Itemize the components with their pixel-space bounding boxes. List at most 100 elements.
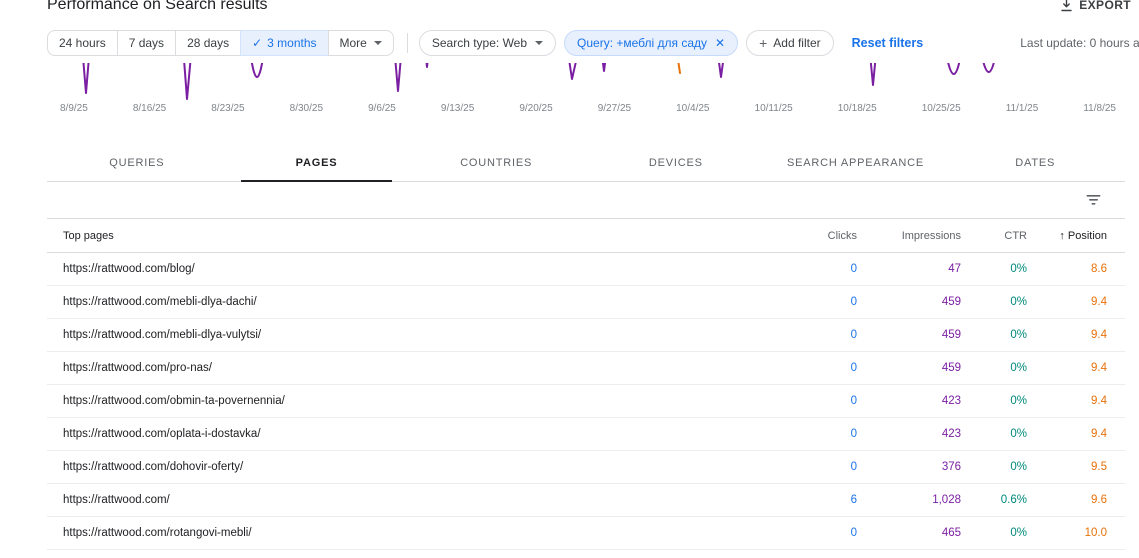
position-value: 10.0 — [1084, 527, 1107, 539]
table-row[interactable]: https://rattwood.com/mebli-dlya-dachi/ 0… — [47, 286, 1125, 319]
add-filter-label: Add filter — [773, 36, 821, 50]
dimension-tabs: QUERIES PAGES COUNTRIES DEVICES SEARCH A… — [47, 144, 1125, 182]
export-button[interactable]: EXPORT — [1054, 0, 1137, 13]
ctr-value: 0% — [1010, 395, 1027, 407]
page-url[interactable]: https://rattwood.com/oplata-i-dostavka/ — [47, 428, 757, 440]
table-row[interactable]: https://rattwood.com/dohovir-oferty/ 0 3… — [47, 451, 1125, 484]
table-row[interactable]: https://rattwood.com/rotangovi-mebli/ 0 … — [47, 517, 1125, 550]
filter-list-icon[interactable] — [1086, 194, 1101, 206]
x-axis-label: 9/20/25 — [519, 103, 553, 114]
table-row[interactable]: https://rattwood.com/ 6 1,028 0.6% 9.6 — [47, 484, 1125, 517]
filter-row: 24 hours 7 days 28 days ✓ 3 months More … — [47, 29, 1139, 57]
reset-filters-link[interactable]: Reset filters — [846, 35, 930, 51]
column-header-clicks[interactable]: Clicks — [757, 230, 857, 242]
search-type-chip[interactable]: Search type: Web — [418, 30, 557, 56]
search-type-label: Search type: Web — [431, 36, 528, 50]
date-range-label: 7 days — [128, 36, 165, 50]
clicks-value: 6 — [850, 494, 857, 506]
sort-ascending-icon: ↑ — [1059, 229, 1065, 242]
query-filter-label: Query: +меблі для саду — [577, 36, 708, 50]
chart-x-axis: 8/9/25 8/16/25 8/23/25 8/30/25 9/6/25 9/… — [60, 103, 1116, 114]
date-range-7-days[interactable]: 7 days — [116, 30, 177, 56]
date-range-selector: 24 hours 7 days 28 days ✓ 3 months More — [47, 30, 394, 56]
impressions-value: 1,028 — [932, 494, 961, 506]
query-filter-chip[interactable]: Query: +меблі для саду ✕ — [564, 30, 739, 56]
tab-devices[interactable]: DEVICES — [586, 144, 766, 181]
page-url[interactable]: https://rattwood.com/obmin-ta-povernenni… — [47, 395, 757, 407]
page-url[interactable]: https://rattwood.com/mebli-dlya-vulytsi/ — [47, 329, 757, 341]
position-value: 9.4 — [1091, 395, 1107, 407]
table-toolbar — [47, 182, 1125, 219]
page-url[interactable]: https://rattwood.com/ — [47, 494, 757, 506]
impressions-line — [82, 63, 995, 100]
ctr-value: 0% — [1010, 461, 1027, 473]
x-axis-label: 8/16/25 — [132, 103, 167, 114]
impressions-value: 459 — [941, 296, 961, 308]
chevron-down-icon — [373, 41, 382, 45]
table-row[interactable]: https://rattwood.com/pro-nas/ 0 459 0% 9… — [47, 352, 1125, 385]
position-value: 9.4 — [1091, 296, 1107, 308]
x-axis-label: 8/30/25 — [289, 103, 324, 114]
x-axis-label: 9/13/25 — [440, 103, 475, 114]
tab-pages[interactable]: PAGES — [227, 144, 407, 182]
clicks-value: 0 — [850, 428, 857, 440]
table-row[interactable]: https://rattwood.com/obmin-ta-povernenni… — [47, 385, 1125, 418]
position-value: 9.4 — [1091, 329, 1107, 341]
tab-search-appearance[interactable]: SEARCH APPEARANCE — [766, 144, 946, 181]
table-row[interactable]: https://rattwood.com/oplata-i-dostavka/ … — [47, 418, 1125, 451]
position-value: 9.6 — [1091, 494, 1107, 506]
x-axis-label: 9/6/25 — [368, 103, 396, 114]
impressions-value: 47 — [948, 263, 961, 275]
tab-queries[interactable]: QUERIES — [47, 144, 227, 181]
position-value: 9.5 — [1091, 461, 1107, 473]
x-axis-label: 10/4/25 — [676, 103, 710, 114]
table-row[interactable]: https://rattwood.com/mebli-dlya-vulytsi/… — [47, 319, 1125, 352]
page-title: Performance on Search results — [47, 0, 268, 13]
page-url[interactable]: https://rattwood.com/blog/ — [47, 263, 757, 275]
date-range-28-days[interactable]: 28 days — [175, 30, 242, 56]
tab-dates[interactable]: DATES — [945, 144, 1125, 181]
ctr-value: 0% — [1010, 527, 1027, 539]
chevron-down-icon — [535, 41, 544, 45]
page-url[interactable]: https://rattwood.com/mebli-dlya-dachi/ — [47, 296, 757, 308]
position-header-label: Position — [1067, 229, 1107, 242]
last-update-text: Last update: 0 hours ago — [1020, 36, 1139, 50]
column-header-ctr[interactable]: CTR — [961, 230, 1027, 242]
ctr-value: 0% — [1010, 296, 1027, 308]
position-value: 8.6 — [1091, 263, 1107, 275]
date-range-3-months[interactable]: ✓ 3 months — [240, 30, 329, 56]
download-icon — [1060, 0, 1073, 12]
x-axis-label: 9/27/25 — [597, 103, 632, 114]
ctr-value: 0.6% — [1000, 494, 1027, 506]
clicks-value: 0 — [850, 395, 857, 407]
results-card: QUERIES PAGES COUNTRIES DEVICES SEARCH A… — [47, 144, 1125, 550]
date-range-label: 3 months — [267, 36, 317, 50]
column-header-pages: Top pages — [63, 229, 114, 242]
ctr-value: 0% — [1010, 428, 1027, 440]
impressions-value: 459 — [941, 329, 961, 341]
clicks-value: 0 — [850, 362, 857, 374]
position-value: 9.4 — [1091, 428, 1107, 440]
export-label: EXPORT — [1079, 0, 1131, 12]
x-axis-label: 10/11/25 — [754, 103, 793, 114]
page-url[interactable]: https://rattwood.com/rotangovi-mebli/ — [47, 527, 757, 539]
divider — [406, 33, 408, 53]
page-url[interactable]: https://rattwood.com/pro-nas/ — [47, 362, 757, 374]
clicks-value: 0 — [850, 296, 857, 308]
column-header-impressions[interactable]: Impressions — [857, 230, 961, 242]
ctr-value: 0% — [1010, 329, 1027, 341]
position-line — [677, 63, 681, 74]
table-row[interactable]: https://rattwood.com/blog/ 0 47 0% 8.6 — [47, 253, 1125, 286]
page-url[interactable]: https://rattwood.com/dohovir-oferty/ — [47, 461, 757, 473]
tab-countries[interactable]: COUNTRIES — [406, 144, 586, 181]
add-filter-button[interactable]: + Add filter — [746, 30, 834, 56]
date-range-more[interactable]: More — [327, 30, 394, 56]
x-axis-label: 8/9/25 — [60, 103, 88, 114]
column-header-position[interactable]: ↑ Position — [1027, 230, 1107, 242]
close-icon[interactable]: ✕ — [715, 36, 725, 50]
checkmark-icon: ✓ — [252, 36, 263, 50]
clicks-value: 0 — [850, 527, 857, 539]
x-axis-label: 10/25/25 — [921, 103, 961, 114]
ctr-value: 0% — [1010, 362, 1027, 374]
date-range-24-hours[interactable]: 24 hours — [47, 30, 118, 56]
